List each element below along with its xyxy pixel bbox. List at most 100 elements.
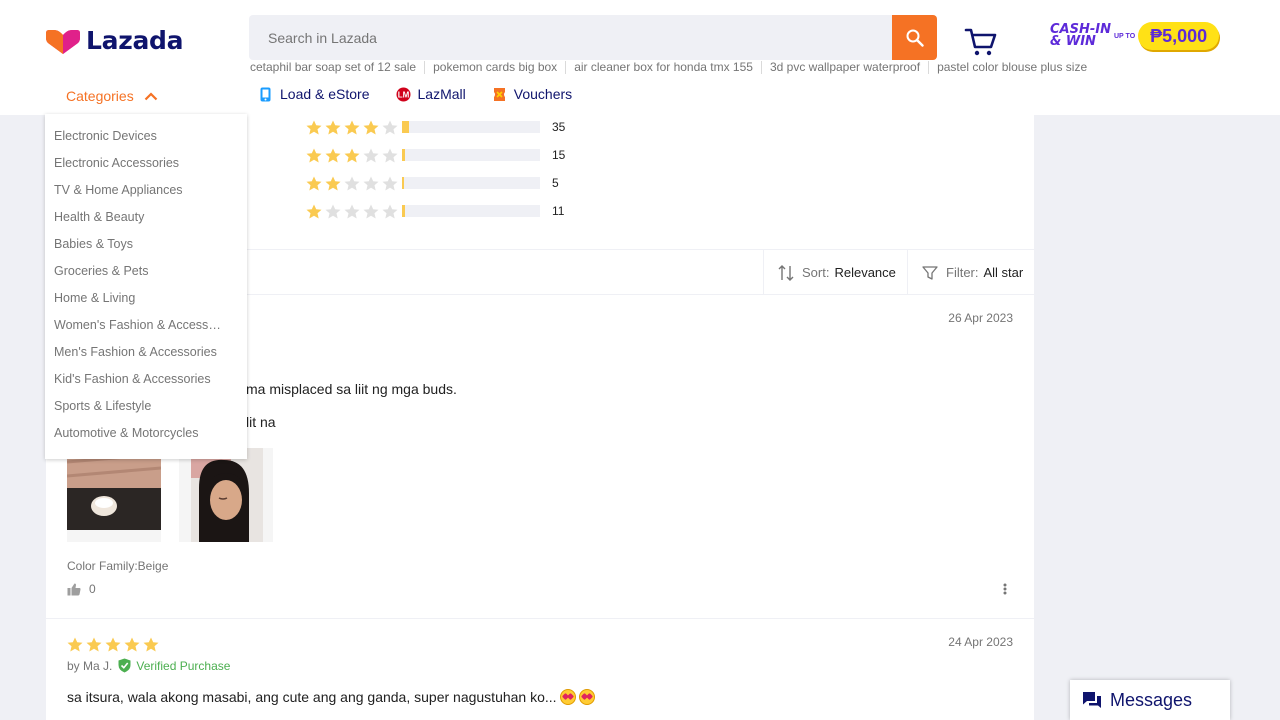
categories-label: Categories <box>66 88 134 104</box>
lazada-logo[interactable]: Lazada <box>46 26 183 55</box>
star-empty-icon <box>382 148 398 162</box>
cart-icon[interactable] <box>964 27 998 57</box>
star-filled-icon <box>124 637 140 652</box>
author-name: by Ma J. <box>67 658 113 673</box>
quicklink-load-estore[interactable]: Load & eStore <box>258 86 370 102</box>
svg-text:LM: LM <box>397 90 409 99</box>
logo-text: Lazada <box>86 26 184 55</box>
promo-line2: & WIN <box>1050 34 1096 49</box>
sort-value: Relevance <box>834 265 896 280</box>
star-filled-icon <box>306 204 322 218</box>
like-button[interactable]: 0 <box>67 582 96 596</box>
like-count: 0 <box>89 582 96 596</box>
rating-bar-fill <box>402 205 405 217</box>
star-filled-icon <box>306 176 322 190</box>
star-empty-icon <box>363 204 379 218</box>
rating-row-stars <box>306 176 402 191</box>
messages-label: Messages <box>1110 689 1193 710</box>
rating-row[interactable]: 35 <box>306 120 606 134</box>
star-empty-icon <box>382 204 398 218</box>
category-menu-item[interactable]: Electronic Accessories <box>45 150 223 177</box>
search-input[interactable] <box>268 29 892 46</box>
keyword-link[interactable]: pokemon cards big box <box>424 61 565 74</box>
keyword-link[interactable]: air cleaner box for honda tmx 155 <box>565 61 761 74</box>
search-button[interactable] <box>892 15 937 60</box>
selfie-image <box>179 448 273 542</box>
verified-label: Verified Purchase <box>136 658 231 673</box>
rating-count: 11 <box>552 204 565 218</box>
rating-row[interactable]: 5 <box>306 176 606 190</box>
star-filled-icon <box>344 120 360 134</box>
search-field[interactable] <box>249 15 892 60</box>
rating-bar <box>402 205 540 217</box>
filter-label: Filter: <box>946 265 979 280</box>
categories-dropdown: Electronic Devices Electronic Accessories… <box>45 114 247 459</box>
star-filled-icon <box>325 120 341 134</box>
quicklink-label: LazMall <box>417 86 466 102</box>
category-menu-item[interactable]: Women's Fashion & Accessories <box>45 312 223 339</box>
category-menu-item[interactable]: Kid's Fashion & Accessories <box>45 366 223 393</box>
rating-count: 5 <box>552 176 559 190</box>
search-icon <box>906 29 924 47</box>
rating-bar-fill <box>402 149 405 161</box>
star-filled-icon <box>86 637 102 652</box>
star-filled-icon <box>67 637 83 652</box>
review-date: 24 Apr 2023 <box>948 635 1013 649</box>
review-photo[interactable] <box>67 448 161 542</box>
more-options-icon[interactable] <box>1003 582 1007 596</box>
keyword-link[interactable]: cetaphil bar soap set of 12 sale <box>250 61 424 74</box>
star-empty-icon <box>363 176 379 190</box>
quicklink-vouchers[interactable]: Vouchers <box>492 86 572 102</box>
category-menu-item[interactable]: Home & Living <box>45 285 223 312</box>
keyword-link[interactable]: 3d pvc wallpaper waterproof <box>760 61 928 74</box>
sort-dropdown[interactable]: Sort: Relevance <box>763 250 908 295</box>
star-filled-icon <box>344 148 360 162</box>
categories-toggle[interactable]: Categories <box>66 88 158 104</box>
category-menu-item[interactable]: Health & Beauty <box>45 204 223 231</box>
star-empty-icon <box>382 120 398 134</box>
filter-value: All star <box>983 265 1024 280</box>
voucher-icon <box>493 87 505 101</box>
verified-shield-icon <box>118 658 131 673</box>
rating-row[interactable]: 15 <box>306 148 606 162</box>
category-menu-item[interactable]: TV & Home Appliances <box>45 177 223 204</box>
review-variant: Color Family:Beige <box>67 559 169 573</box>
category-menu-item[interactable]: Sports & Lifestyle <box>45 393 223 420</box>
rating-row[interactable]: 11 <box>306 204 606 218</box>
promo-title: CASH-IN & WIN <box>1050 23 1114 49</box>
star-filled-icon <box>325 176 341 190</box>
review-date: 26 Apr 2023 <box>948 311 1013 325</box>
review-stars <box>67 637 162 652</box>
star-empty-icon <box>363 148 379 162</box>
category-menu-item[interactable]: Men's Fashion & Accessories <box>45 339 223 366</box>
filter-icon <box>922 265 938 280</box>
filter-dropdown[interactable]: Filter: All star <box>907 250 1034 295</box>
chevron-up-icon <box>144 91 157 100</box>
review-author: by Ma J. Verified Purchase <box>67 658 230 673</box>
rating-bar <box>402 121 540 133</box>
quicklink-label: Vouchers <box>513 86 573 102</box>
heart-eyes-emoji-icon <box>559 689 576 705</box>
rating-row-stars <box>306 120 402 135</box>
category-menu-item[interactable]: Groceries & Pets <box>45 258 223 285</box>
star-empty-icon <box>382 176 398 190</box>
lazmall-icon: LM <box>396 87 411 101</box>
keyword-link[interactable]: pastel color blouse plus size <box>928 61 1095 74</box>
star-empty-icon <box>344 204 360 218</box>
cash-in-win-promo[interactable]: CASH-IN & WIN UP TO ₱5,000 <box>1050 22 1220 50</box>
site-header: Lazada CASH-IN & WIN UP TO ₱5,000 cetaph… <box>0 0 1280 115</box>
category-menu-item[interactable]: Automotive & Motorcycles <box>45 420 223 447</box>
star-filled-icon <box>143 637 159 652</box>
quicklink-lazmall[interactable]: LM LazMall <box>396 86 466 102</box>
quicklink-label: Load & eStore <box>280 86 370 102</box>
star-filled-icon <box>105 637 121 652</box>
star-filled-icon <box>306 148 322 162</box>
review-photo[interactable] <box>179 448 273 542</box>
review-text-line: sa itsura, wala akong masabi, ang cute a… <box>67 689 557 705</box>
heart-eyes-emoji-icon <box>578 689 595 705</box>
category-menu-item[interactable]: Babies & Toys <box>45 231 223 258</box>
category-menu-item[interactable]: Electronic Devices <box>45 123 223 150</box>
messages-button[interactable]: Messages <box>1070 680 1230 720</box>
review-divider <box>46 618 1034 619</box>
star-empty-icon <box>344 176 360 190</box>
